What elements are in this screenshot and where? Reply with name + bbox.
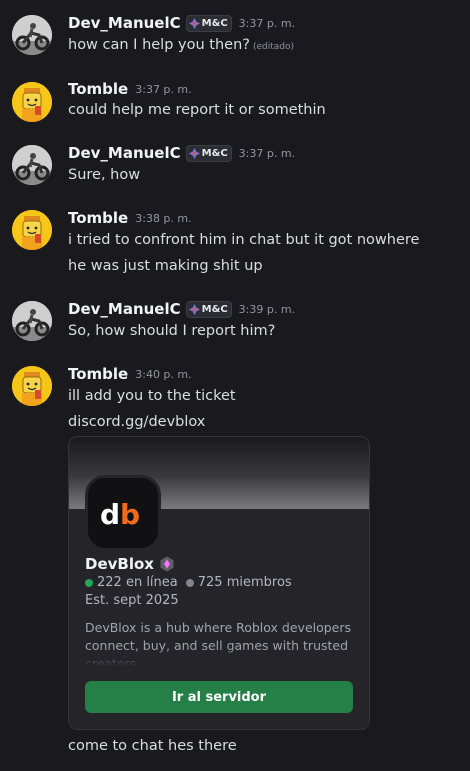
- svg-text:b: b: [120, 498, 140, 528]
- server-icon[interactable]: d b: [85, 475, 161, 551]
- message-text: how can I help you then? (editado): [68, 37, 295, 53]
- clan-badge-icon: [188, 147, 200, 159]
- members-dot-icon: [185, 578, 194, 587]
- clan-tag[interactable]: M&C: [185, 144, 232, 162]
- avatar[interactable]: [12, 210, 52, 250]
- username[interactable]: Dev_ManuelC: [68, 300, 181, 318]
- username[interactable]: Tomble: [68, 209, 128, 227]
- server-stats: 222 en línea 725 miembros: [85, 575, 292, 590]
- join-server-button[interactable]: Ir al servidor: [85, 681, 353, 713]
- server-boost-badge-icon: [160, 556, 174, 572]
- message-text: So, how should I report him?: [68, 323, 276, 339]
- avatar[interactable]: [12, 145, 52, 185]
- avatar[interactable]: [12, 301, 52, 341]
- server-name: DevBlox: [85, 555, 175, 573]
- message-text: Sure, how: [68, 167, 141, 183]
- server-description: DevBlox is a hub where Roblox developers…: [85, 620, 352, 667]
- message-text: come to chat hes there: [68, 738, 237, 754]
- username[interactable]: Dev_ManuelC: [68, 144, 181, 162]
- timestamp: 3:37 p. m.: [238, 16, 296, 30]
- avatar[interactable]: [12, 366, 52, 406]
- edited-label: (editado): [252, 42, 295, 52]
- svg-text:d: d: [100, 498, 120, 528]
- clan-badge-icon: [188, 17, 200, 29]
- timestamp: 3:37 p. m.: [135, 82, 192, 96]
- clan-tag[interactable]: M&C: [185, 300, 232, 318]
- username[interactable]: Tomble: [68, 365, 128, 383]
- timestamp: 3:38 p. m.: [135, 211, 192, 225]
- username[interactable]: Tomble: [68, 80, 128, 98]
- username[interactable]: Dev_ManuelC: [68, 14, 181, 32]
- message-text: i tried to confront him in chat but it g…: [68, 232, 420, 248]
- online-count: 222 en línea: [97, 575, 178, 590]
- avatar[interactable]: [12, 15, 52, 55]
- server-invite-card: d b DevBlox 222 en línea 725 miembros Es…: [68, 436, 370, 730]
- message-text: could help me report it or somethin: [68, 102, 326, 118]
- timestamp: 3:37 p. m.: [238, 146, 296, 160]
- message-text: ill add you to the ticket: [68, 388, 236, 404]
- established-date: Est. sept 2025: [85, 593, 179, 608]
- message-text: he was just making shit up: [68, 258, 263, 274]
- online-dot-icon: [85, 578, 93, 587]
- avatar[interactable]: [12, 82, 52, 122]
- clan-tag[interactable]: M&C: [185, 14, 232, 32]
- invite-link[interactable]: discord.gg/devblox: [68, 414, 205, 430]
- timestamp: 3:40 p. m.: [135, 367, 192, 381]
- member-count: 725 miembros: [197, 575, 292, 590]
- clan-badge-icon: [188, 303, 200, 315]
- timestamp: 3:39 p. m.: [238, 302, 296, 316]
